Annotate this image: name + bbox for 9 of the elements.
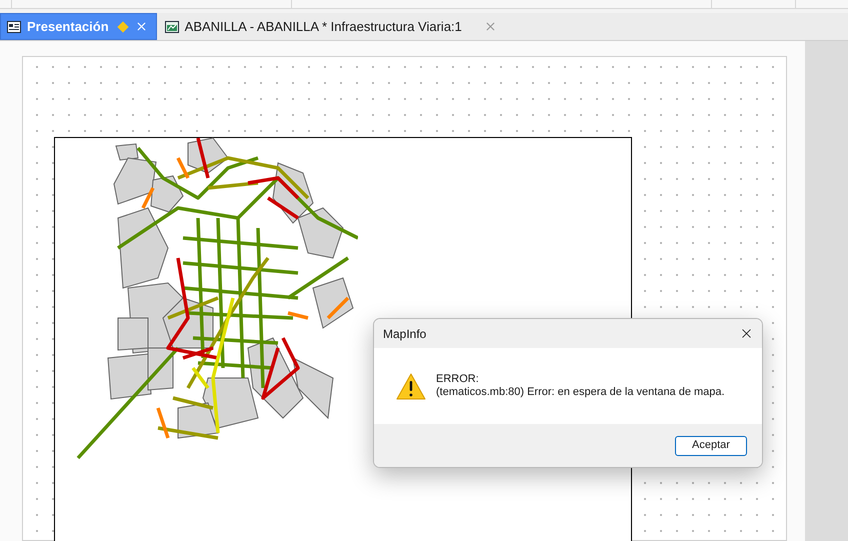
tab-label: ABANILLA - ABANILLA * Infraestructura Viaria:1 <box>184 18 462 36</box>
tab-label: Presentación <box>27 18 109 36</box>
layout-window-icon <box>7 20 21 32</box>
warning-icon <box>396 372 426 400</box>
map-window-icon <box>164 20 179 32</box>
accept-button[interactable]: Aceptar <box>675 436 747 456</box>
error-heading: ERROR: <box>436 373 480 386</box>
dialog-title: MapInfo <box>383 326 426 342</box>
error-message: (tematicos.mb:80) Error: en espera de la ventana de mapa. <box>436 386 725 399</box>
